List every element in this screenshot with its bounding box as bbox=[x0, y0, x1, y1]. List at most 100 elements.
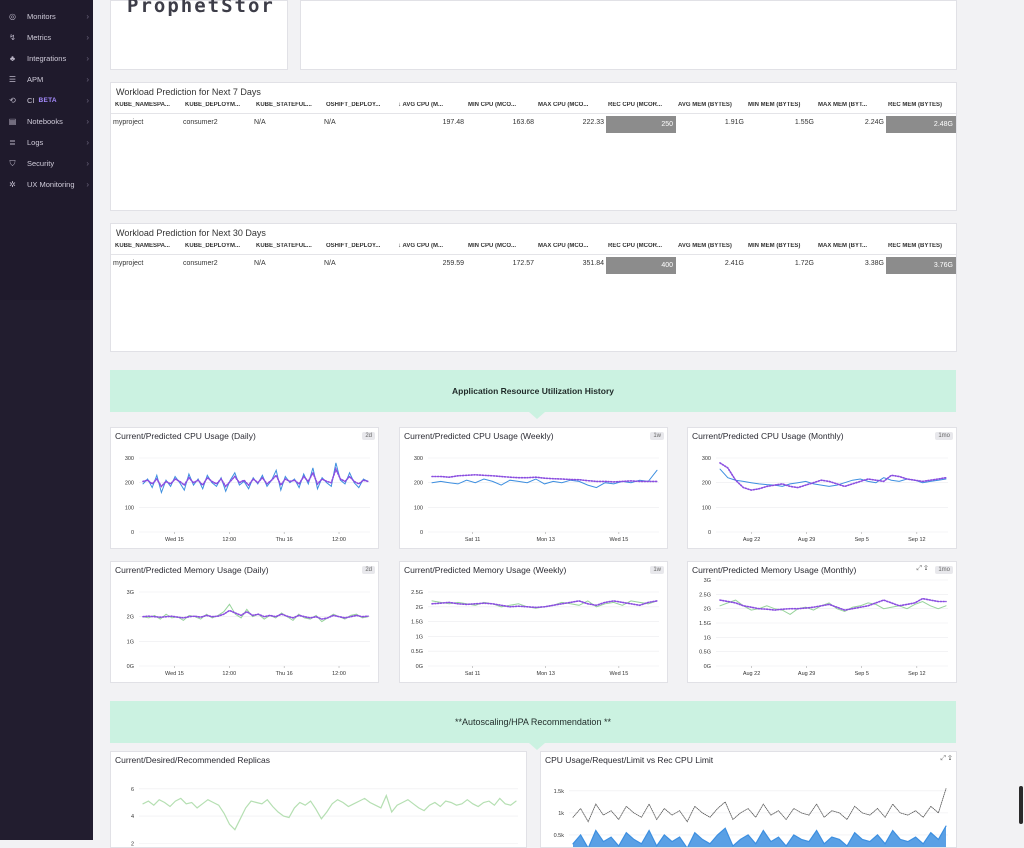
x-tick-label: Sep 12 bbox=[908, 671, 925, 677]
column-header[interactable]: OSHIFT_DEPLOY... bbox=[326, 243, 394, 249]
y-tick-label: 2G bbox=[416, 605, 423, 611]
x-tick-label: Sep 5 bbox=[855, 671, 869, 677]
chart-widget[interactable]: 0 100 200 300 Aug 22 Aug 29 Sep 5 Sep 12 Current… bbox=[687, 427, 957, 549]
y-tick-label: 3G bbox=[704, 578, 711, 584]
chart-widget[interactable]: 0.5k 1k 1.5k CPU Usage/Request/Limit vs Rec… bbox=[540, 751, 957, 848]
series-line bbox=[142, 466, 369, 488]
column-header[interactable]: AVG MEM (BYTES) bbox=[678, 243, 744, 249]
x-tick-label: 12:00 bbox=[222, 671, 236, 677]
chart-widget[interactable]: 0 100 200 300 Sat 11 Mon 13 Wed 15 Current/Pred… bbox=[399, 427, 668, 549]
export-icon[interactable]: ⇪ bbox=[924, 565, 928, 572]
column-header[interactable]: KUBE_NAMESPA... bbox=[115, 243, 183, 249]
sidebar-item-monitors[interactable]: ◎ Monitors › bbox=[0, 6, 93, 27]
sidebar-item-notebooks[interactable]: ▤ Notebooks › bbox=[0, 111, 93, 132]
table-cell: myproject bbox=[113, 260, 144, 267]
column-header[interactable]: REC CPU (MCOR... bbox=[608, 243, 676, 249]
column-header[interactable]: KUBE_STATEFUL... bbox=[256, 102, 324, 108]
column-header[interactable]: KUBE_STATEFUL... bbox=[256, 243, 324, 249]
column-header[interactable]: MIN MEM (BYTES) bbox=[748, 243, 814, 249]
table-cell: N/A bbox=[324, 119, 336, 126]
x-tick-label: Thu 16 bbox=[276, 537, 293, 543]
chevron-right-icon: › bbox=[86, 159, 89, 168]
logo-panel: ProphetStor bbox=[110, 0, 288, 70]
chart-title: Current/Predicted Memory Usage (Monthly) bbox=[692, 565, 857, 575]
expand-export-icons[interactable]: ⤢ ⇪ bbox=[916, 565, 928, 573]
x-tick-label: Mon 13 bbox=[537, 671, 555, 677]
column-header[interactable]: REC MEM (BYTES) bbox=[888, 102, 956, 108]
column-header[interactable]: REC MEM (BYTES) bbox=[888, 243, 956, 249]
chart-widget[interactable]: 2 4 6 Current/Desired/Recommended Replicas bbox=[110, 751, 527, 848]
chart-widget[interactable]: 0G 1G 2G 3G Wed 15 12:00 Thu 16 12:00 Current/Pr… bbox=[110, 561, 379, 683]
chart-canvas: 2 4 6 bbox=[131, 787, 518, 847]
timeframe-badge: 1mo bbox=[935, 566, 953, 574]
chart-canvas: 0G 1G 2G 3G Wed 15 12:00 Thu 16 12:00 bbox=[127, 590, 370, 677]
chart-canvas: 0G 0.5G 1G 1.5G 2G 2.5G Sat 11 Mon 13 Wed 15 bbox=[411, 590, 659, 677]
table-header: KUBE_NAMESPA... KUBE_DEPLOYM... KUBE_STATE… bbox=[111, 240, 956, 255]
y-tick-label: 100 bbox=[702, 505, 711, 511]
x-tick-label: Mon 13 bbox=[537, 537, 555, 543]
column-header[interactable]: MAX MEM (BYT... bbox=[818, 243, 884, 249]
sidebar-item-ci[interactable]: ⟲ CI BETA › bbox=[0, 90, 93, 111]
table-cell: 197.48 bbox=[442, 119, 464, 126]
y-tick-label: 1G bbox=[127, 639, 134, 645]
banner-notch bbox=[529, 743, 545, 750]
expand-icon[interactable]: ⤢ bbox=[916, 565, 924, 572]
column-header[interactable]: MIN MEM (BYTES) bbox=[748, 102, 814, 108]
column-header[interactable]: MAX CPU (MCO... bbox=[538, 243, 604, 249]
chart-title: Current/Predicted CPU Usage (Daily) bbox=[115, 431, 256, 441]
page-scrollbar[interactable] bbox=[1019, 786, 1023, 824]
export-icon[interactable]: ⇪ bbox=[948, 755, 952, 762]
sidebar-item-metrics[interactable]: ↯ Metrics › bbox=[0, 27, 93, 48]
expand-export-icons[interactable]: ⤢ ⇪ bbox=[940, 755, 952, 763]
chart-widget[interactable]: 0G 0.5G 1G 1.5G 2G 2.5G 3G Aug 22 Aug 29 Sep 5 Sep… bbox=[687, 561, 957, 683]
column-header[interactable]: KUBE_DEPLOYM... bbox=[185, 243, 253, 249]
x-tick-label: Wed 15 bbox=[609, 671, 628, 677]
table-cell: consumer2 bbox=[183, 260, 218, 267]
sidebar-item-integrations[interactable]: ♣ Integrations › bbox=[0, 48, 93, 69]
chevron-right-icon: › bbox=[86, 138, 89, 147]
sidebar-item-label: APM bbox=[27, 75, 44, 84]
x-tick-label: Sat 11 bbox=[465, 537, 481, 543]
column-header[interactable]: KUBE_DEPLOYM... bbox=[185, 102, 253, 108]
x-tick-label: 12:00 bbox=[222, 537, 236, 543]
column-header[interactable]: AVG MEM (BYTES) bbox=[678, 102, 744, 108]
series-line bbox=[572, 788, 947, 823]
table-cell: myproject bbox=[113, 119, 144, 126]
table-cell: 163.68 bbox=[512, 119, 534, 126]
chart-widget[interactable]: 0 100 200 300 Wed 15 12:00 Thu 16 12:00 Current/… bbox=[110, 427, 379, 549]
chart-canvas: 0 100 200 300 Wed 15 12:00 Thu 16 12:00 bbox=[125, 456, 370, 543]
table-cell: 351.84 bbox=[582, 260, 604, 267]
sidebar-item-security[interactable]: ⛉ Security › bbox=[0, 153, 93, 174]
column-header[interactable]: KUBE_NAMESPA... bbox=[115, 102, 183, 108]
sidebar-background bbox=[0, 300, 93, 840]
y-tick-label: 1k bbox=[558, 811, 564, 817]
expand-icon[interactable]: ⤢ bbox=[940, 755, 948, 762]
column-header[interactable]: MIN CPU (MCO... bbox=[468, 243, 534, 249]
sidebar-item-ux-monitoring[interactable]: ✲ UX Monitoring › bbox=[0, 174, 93, 195]
column-header[interactable]: ↓ AVG CPU (M... bbox=[398, 243, 464, 249]
series-line bbox=[142, 793, 517, 831]
y-tick-label: 300 bbox=[125, 456, 134, 462]
notebooks-icon: ▤ bbox=[8, 117, 17, 126]
timeframe-badge: 1w bbox=[650, 566, 664, 574]
y-tick-label: 0.5k bbox=[554, 833, 565, 839]
series-line bbox=[142, 603, 369, 623]
column-header[interactable]: OSHIFT_DEPLOY... bbox=[326, 102, 394, 108]
y-tick-label: 0 bbox=[131, 530, 134, 536]
sidebar-item-apm[interactable]: ☰ APM › bbox=[0, 69, 93, 90]
sidebar-item-logs[interactable]: ≣ Logs › bbox=[0, 132, 93, 153]
column-header[interactable]: MAX MEM (BYT... bbox=[818, 102, 884, 108]
y-tick-label: 1G bbox=[416, 634, 423, 640]
table-cell: 3.38G bbox=[864, 260, 884, 267]
column-header[interactable]: MAX CPU (MCO... bbox=[538, 102, 604, 108]
column-header[interactable]: MIN CPU (MCO... bbox=[468, 102, 534, 108]
table-cell: 259.59 bbox=[442, 260, 464, 267]
chart-title: CPU Usage/Request/Limit vs Rec CPU Limit bbox=[545, 755, 714, 765]
table-title: Workload Prediction for Next 7 Days bbox=[116, 87, 261, 97]
column-header[interactable]: ↓ AVG CPU (M... bbox=[398, 102, 464, 108]
chart-widget[interactable]: 0G 0.5G 1G 1.5G 2G 2.5G Sat 11 Mon 13 Wed 15 Curr… bbox=[399, 561, 668, 683]
timeframe-badge: 2d bbox=[362, 432, 375, 440]
column-header[interactable]: REC CPU (MCOR... bbox=[608, 102, 676, 108]
chart-title: Current/Predicted Memory Usage (Weekly) bbox=[404, 565, 567, 575]
table-cell: 3.76G bbox=[886, 257, 956, 274]
